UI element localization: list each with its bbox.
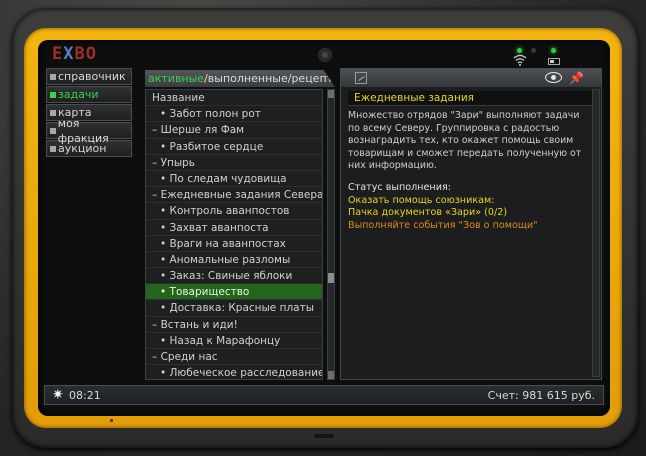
map-icon[interactable] (355, 72, 367, 84)
account-balance: Счет: 981 615 руб. (487, 389, 595, 402)
quest-tabs: активные/выполненные/рецепты (145, 70, 335, 87)
quest-row[interactable]: • Разбитое сердце (146, 139, 322, 155)
logo-part-e: E (52, 44, 64, 64)
wifi-icon (513, 54, 527, 66)
quest-list: Название • Забот полон рот – Шерше ля Фам •… (145, 89, 323, 380)
quest-row[interactable]: • Назад к Марафонцу (146, 333, 322, 349)
quest-row[interactable]: • Аномальные разломы (146, 252, 322, 269)
tab-completed[interactable]: выполненные (208, 72, 288, 85)
quest-row[interactable]: • Захват аванпоста (146, 220, 322, 236)
battery-icon (548, 58, 560, 65)
logo-part-bo: BO (74, 44, 97, 64)
square-bullet-icon (50, 109, 56, 116)
tab-active[interactable]: активные (148, 72, 204, 85)
pin-icon[interactable]: 📌 (569, 71, 584, 85)
quest-row[interactable]: • Заказ: Свиные яблоки (146, 268, 322, 285)
quest-category-row[interactable]: – Шерше ля Фам (146, 122, 322, 139)
frame-screw (110, 419, 113, 422)
logo-part-x: X (63, 44, 75, 64)
clock-time: 08:21 (69, 389, 101, 402)
quest-row[interactable]: • Забот полон рот (146, 106, 322, 123)
quest-row[interactable]: • По следам чудовища (146, 171, 322, 188)
quest-list-scrollbar[interactable] (327, 89, 335, 380)
detail-title: Ежедневные задания (354, 92, 474, 104)
quest-category-row[interactable]: – Встань и иди! (146, 317, 322, 333)
indicator-led-green (517, 48, 522, 53)
quest-row[interactable]: • Враги на аванпостах (146, 236, 322, 252)
camera-icon (318, 48, 332, 62)
scroll-thumb[interactable] (328, 273, 334, 283)
quest-category-row[interactable]: – Упырь (146, 155, 322, 171)
list-header: Название (146, 90, 322, 107)
speaker-grille (314, 434, 334, 438)
square-bullet-icon (50, 91, 56, 98)
detail-scrollbar[interactable] (592, 89, 600, 377)
tab-recipes[interactable]: рецепты (291, 72, 335, 85)
indicator-led-off (531, 48, 536, 53)
detail-title-bar: Ежедневные задания (348, 91, 594, 106)
status-hint: Выполняйте события "Зов о помощи" (348, 219, 538, 231)
device-background: EXBO справочник задачи карта моя фракция (0, 0, 646, 456)
scroll-down-arrow-icon[interactable] (328, 371, 334, 379)
sun-icon: ✷ (52, 387, 64, 403)
quest-row[interactable]: • Товарищество (146, 284, 322, 301)
quest-category-row[interactable]: – Среди нас (146, 349, 322, 366)
detail-status: Статус выполнения: Оказать помощь союзни… (348, 182, 586, 232)
scroll-up-arrow-icon[interactable] (328, 90, 334, 98)
indicator-led-power (551, 48, 556, 53)
sidebar-item-reference[interactable]: справочник (46, 68, 132, 85)
quest-list-panel: активные/выполненные/рецепты Название• З… (145, 70, 335, 380)
detail-description: Множество отрядов "Зари" выполняют задач… (348, 110, 582, 171)
quest-row[interactable]: • Любеческое расследование (146, 365, 322, 379)
quest-row[interactable]: • Доставка: Красные платы (146, 300, 322, 317)
square-bullet-icon (50, 127, 56, 134)
sidebar-item-tasks[interactable]: задачи (46, 86, 132, 103)
square-bullet-icon (50, 73, 56, 80)
square-bullet-icon (50, 145, 56, 152)
status-label: Статус выполнения: (348, 182, 451, 193)
status-bar: ✷ 08:21 Счет: 981 615 руб. (44, 385, 604, 405)
quest-detail-panel: 📌 Ежедневные задания Множество отрядов "… (340, 68, 602, 380)
eye-icon[interactable] (545, 72, 562, 83)
detail-header: 📌 (341, 69, 601, 87)
status-objective: Оказать помощь союзникам: (348, 194, 495, 206)
quest-row[interactable]: • Контроль аванпостов (146, 203, 322, 220)
sidebar-nav: справочник задачи карта моя фракция аукц… (46, 68, 132, 158)
sidebar-item-my-faction[interactable]: моя фракция (46, 117, 132, 145)
sidebar-item-label: задачи (58, 88, 99, 101)
sidebar-item-label: аукцион (58, 142, 107, 155)
sidebar-item-label: справочник (58, 70, 126, 83)
quest-category-row[interactable]: – Ежедневные задания Севера (146, 187, 322, 204)
brand-logo: EXBO (52, 44, 97, 64)
status-progress: Пачка документов «Зари» (0/2) (348, 207, 508, 218)
